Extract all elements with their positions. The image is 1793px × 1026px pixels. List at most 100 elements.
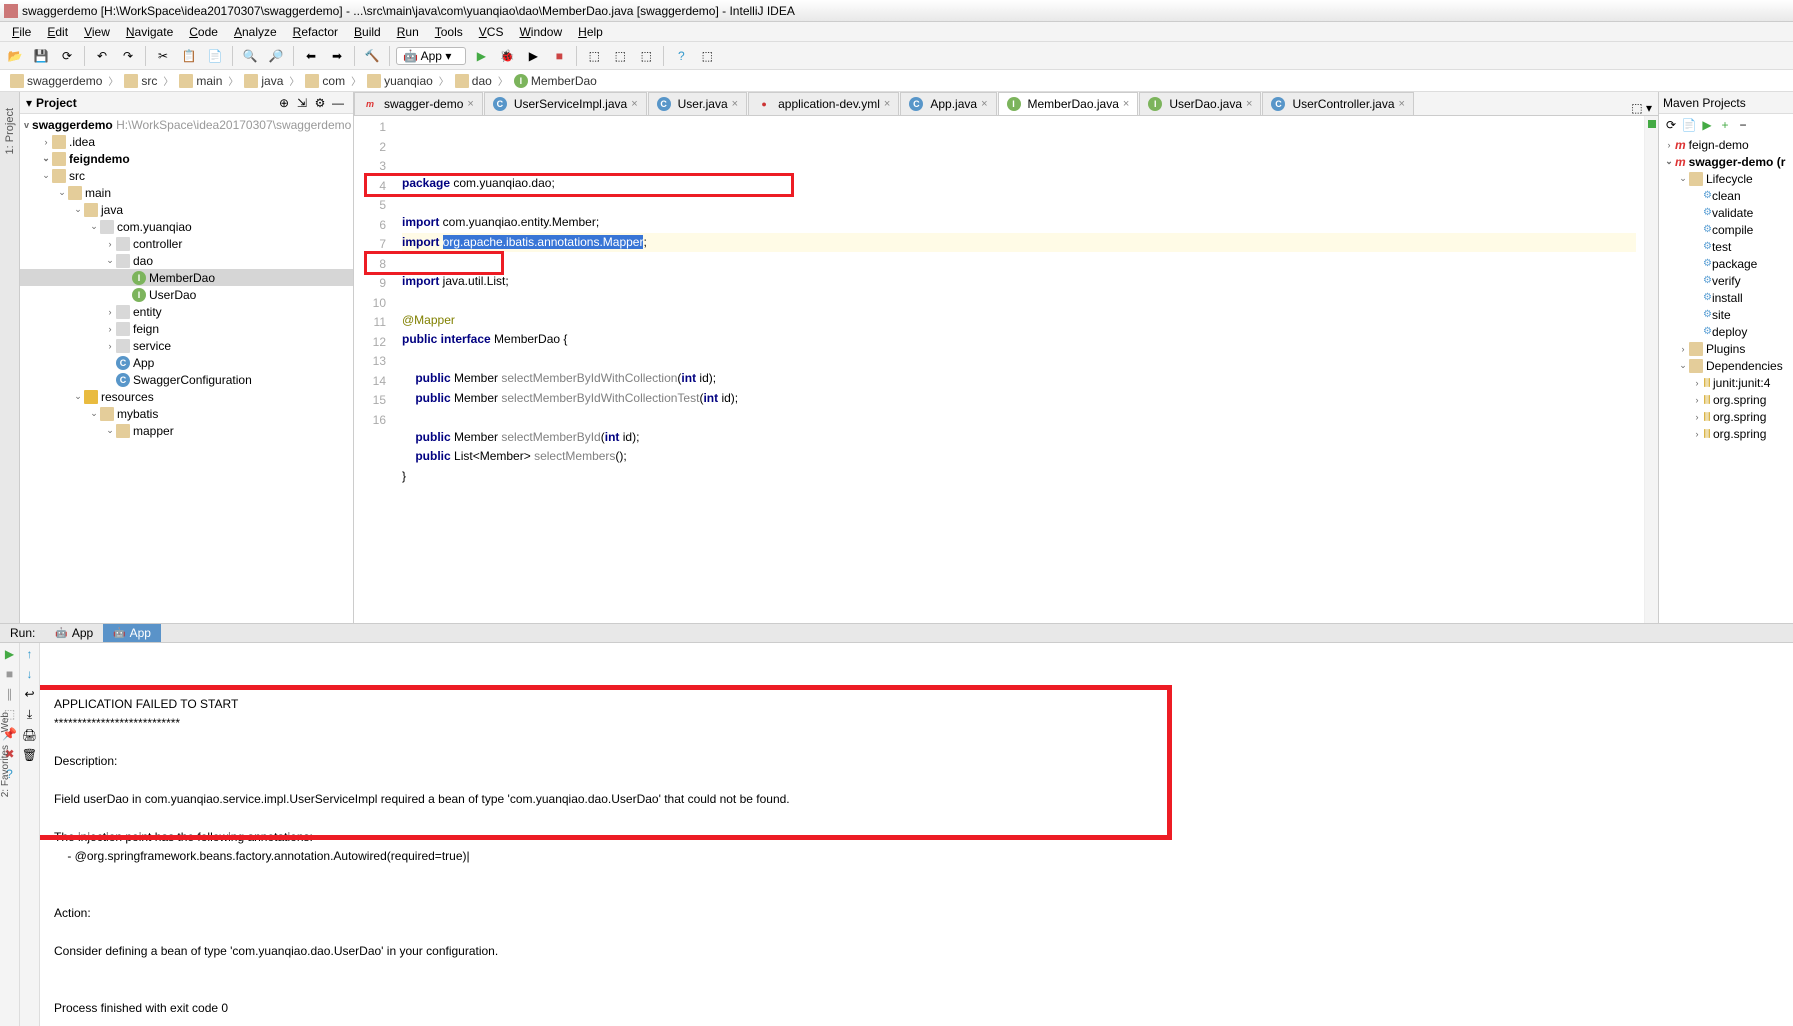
maven-compile[interactable]: ⚙ compile: [1659, 221, 1793, 238]
run-wrap-icon[interactable]: ↩: [24, 687, 34, 701]
menu-refactor[interactable]: Refactor: [285, 23, 346, 41]
project-target-icon[interactable]: ⊕: [275, 94, 293, 112]
tab-swagger-demo[interactable]: mswagger-demo×: [354, 92, 483, 115]
console-output[interactable]: APPLICATION FAILED TO START*************…: [40, 643, 1793, 1026]
tab-userserviceimpl-java[interactable]: CUserServiceImpl.java×: [484, 92, 647, 115]
tool-d[interactable]: ⬚: [696, 45, 718, 67]
close-icon[interactable]: ×: [732, 98, 738, 110]
close-icon[interactable]: ×: [981, 98, 987, 110]
find-btn[interactable]: 🔍: [239, 45, 261, 67]
menu-navigate[interactable]: Navigate: [118, 23, 181, 41]
tree-entity[interactable]: ›entity: [20, 303, 353, 320]
project-hide-icon[interactable]: —: [329, 94, 347, 112]
menu-help[interactable]: Help: [570, 23, 611, 41]
tree-com-yuanqiao[interactable]: ⌄com.yuanqiao: [20, 218, 353, 235]
menu-vcs[interactable]: VCS: [471, 23, 512, 41]
maven-doc-icon[interactable]: 📄: [1681, 117, 1697, 133]
menu-tools[interactable]: Tools: [427, 23, 471, 41]
maven-site[interactable]: ⚙ site: [1659, 306, 1793, 323]
breadcrumb-yuanqiao[interactable]: yuanqiao: [361, 74, 439, 88]
maven-org.spring[interactable]: ›∥∥ org.spring: [1659, 408, 1793, 425]
cut-btn[interactable]: ✂: [152, 45, 174, 67]
tree-java[interactable]: ⌄java: [20, 201, 353, 218]
coverage-btn[interactable]: ▶: [522, 45, 544, 67]
menu-edit[interactable]: Edit: [39, 23, 76, 41]
breadcrumb-java[interactable]: java: [238, 74, 289, 88]
maven-test[interactable]: ⚙ test: [1659, 238, 1793, 255]
redo-btn[interactable]: ↷: [117, 45, 139, 67]
maven-plugins[interactable]: › Plugins: [1659, 340, 1793, 357]
maven-junit-junit-4[interactable]: ›∥∥ junit:junit:4: [1659, 374, 1793, 391]
maven-package[interactable]: ⚙ package: [1659, 255, 1793, 272]
run-btn[interactable]: ▶: [470, 45, 492, 67]
save-btn[interactable]: 💾: [30, 45, 52, 67]
run-config-combo[interactable]: 🤖 App ▾: [396, 47, 466, 65]
tab-usercontroller-java[interactable]: CUserController.java×: [1262, 92, 1413, 115]
maven-validate[interactable]: ⚙ validate: [1659, 204, 1793, 221]
paste-btn[interactable]: 📄: [204, 45, 226, 67]
breadcrumb-dao[interactable]: dao: [449, 74, 498, 88]
tab-userdao-java[interactable]: IUserDao.java×: [1139, 92, 1261, 115]
tree-app[interactable]: CApp: [20, 354, 353, 371]
run-scroll-icon[interactable]: ⤓: [27, 707, 32, 722]
tab-memberdao-java[interactable]: IMemberDao.java×: [998, 92, 1139, 115]
tree-memberdao[interactable]: IMemberDao: [20, 269, 353, 286]
tree-swaggerconfiguration[interactable]: CSwaggerConfiguration: [20, 371, 353, 388]
run-trash-icon[interactable]: 🗑: [22, 748, 37, 762]
debug-btn[interactable]: 🐞: [496, 45, 518, 67]
replace-btn[interactable]: 🔎: [265, 45, 287, 67]
refresh-btn[interactable]: ⟳: [56, 45, 78, 67]
maven-org.spring[interactable]: ›∥∥ org.spring: [1659, 391, 1793, 408]
project-root[interactable]: v swaggerdemo H:\WorkSpace\idea20170307\…: [20, 116, 353, 133]
breadcrumb-com[interactable]: com: [299, 74, 351, 88]
close-icon[interactable]: ×: [884, 98, 890, 110]
run-tab-app[interactable]: 🤖App: [45, 624, 103, 642]
run-up-icon[interactable]: ↑: [27, 647, 33, 661]
run-pause-icon[interactable]: ∥: [7, 687, 13, 701]
tree-service[interactable]: ›service: [20, 337, 353, 354]
maven-org.spring[interactable]: ›∥∥ org.spring: [1659, 425, 1793, 442]
tab-app-java[interactable]: CApp.java×: [900, 92, 996, 115]
project-collapse-icon[interactable]: ⇲: [293, 94, 311, 112]
maven-add-icon[interactable]: +: [1717, 117, 1733, 133]
tree-feigndemo[interactable]: ⌄feigndemo: [20, 150, 353, 167]
tree-mybatis[interactable]: ⌄mybatis: [20, 405, 353, 422]
close-icon[interactable]: ×: [1246, 98, 1252, 110]
menu-build[interactable]: Build: [346, 23, 389, 41]
run-rerun-icon[interactable]: ▶: [5, 647, 14, 661]
breadcrumb-main[interactable]: main: [173, 74, 228, 88]
run-print-icon[interactable]: 🖨: [22, 728, 37, 742]
tree-main[interactable]: ⌄main: [20, 184, 353, 201]
project-arrow-icon[interactable]: ▾: [26, 96, 32, 110]
build-btn[interactable]: 🔨: [361, 45, 383, 67]
run-tab-app[interactable]: 🤖App: [103, 624, 161, 642]
maven-minus-icon[interactable]: −: [1735, 117, 1751, 133]
maven-feign-demo[interactable]: ›m feign-demo: [1659, 136, 1793, 153]
open-btn[interactable]: 📂: [4, 45, 26, 67]
close-icon[interactable]: ×: [467, 98, 473, 110]
tree-controller[interactable]: ›controller: [20, 235, 353, 252]
menu-file[interactable]: File: [4, 23, 39, 41]
tool-b[interactable]: ⬚: [609, 45, 631, 67]
forward-btn[interactable]: ➡: [326, 45, 348, 67]
maven-dependencies[interactable]: ⌄ Dependencies: [1659, 357, 1793, 374]
maven-run-icon[interactable]: ▶: [1699, 117, 1715, 133]
menu-window[interactable]: Window: [511, 23, 570, 41]
maven-install[interactable]: ⚙ install: [1659, 289, 1793, 306]
tool-a[interactable]: ⬚: [583, 45, 605, 67]
close-icon[interactable]: ×: [631, 98, 637, 110]
close-icon[interactable]: ×: [1123, 98, 1129, 110]
tool-c[interactable]: ⬚: [635, 45, 657, 67]
tree-src[interactable]: ⌄src: [20, 167, 353, 184]
maven-verify[interactable]: ⚙ verify: [1659, 272, 1793, 289]
tab-application-dev-yml[interactable]: ●application-dev.yml×: [748, 92, 899, 115]
editor-content[interactable]: package com.yuanqiao.dao;import com.yuan…: [394, 116, 1644, 623]
tree-mapper[interactable]: ⌄mapper: [20, 422, 353, 439]
maven-swagger-demo-(r[interactable]: ⌄m swagger-demo (r: [1659, 153, 1793, 170]
menu-analyze[interactable]: Analyze: [226, 23, 285, 41]
close-icon[interactable]: ×: [1399, 98, 1405, 110]
breadcrumb-memberdao[interactable]: IMemberDao: [508, 74, 603, 88]
run-stop-icon[interactable]: ■: [6, 667, 13, 681]
breadcrumb-src[interactable]: src: [118, 74, 163, 88]
copy-btn[interactable]: 📋: [178, 45, 200, 67]
